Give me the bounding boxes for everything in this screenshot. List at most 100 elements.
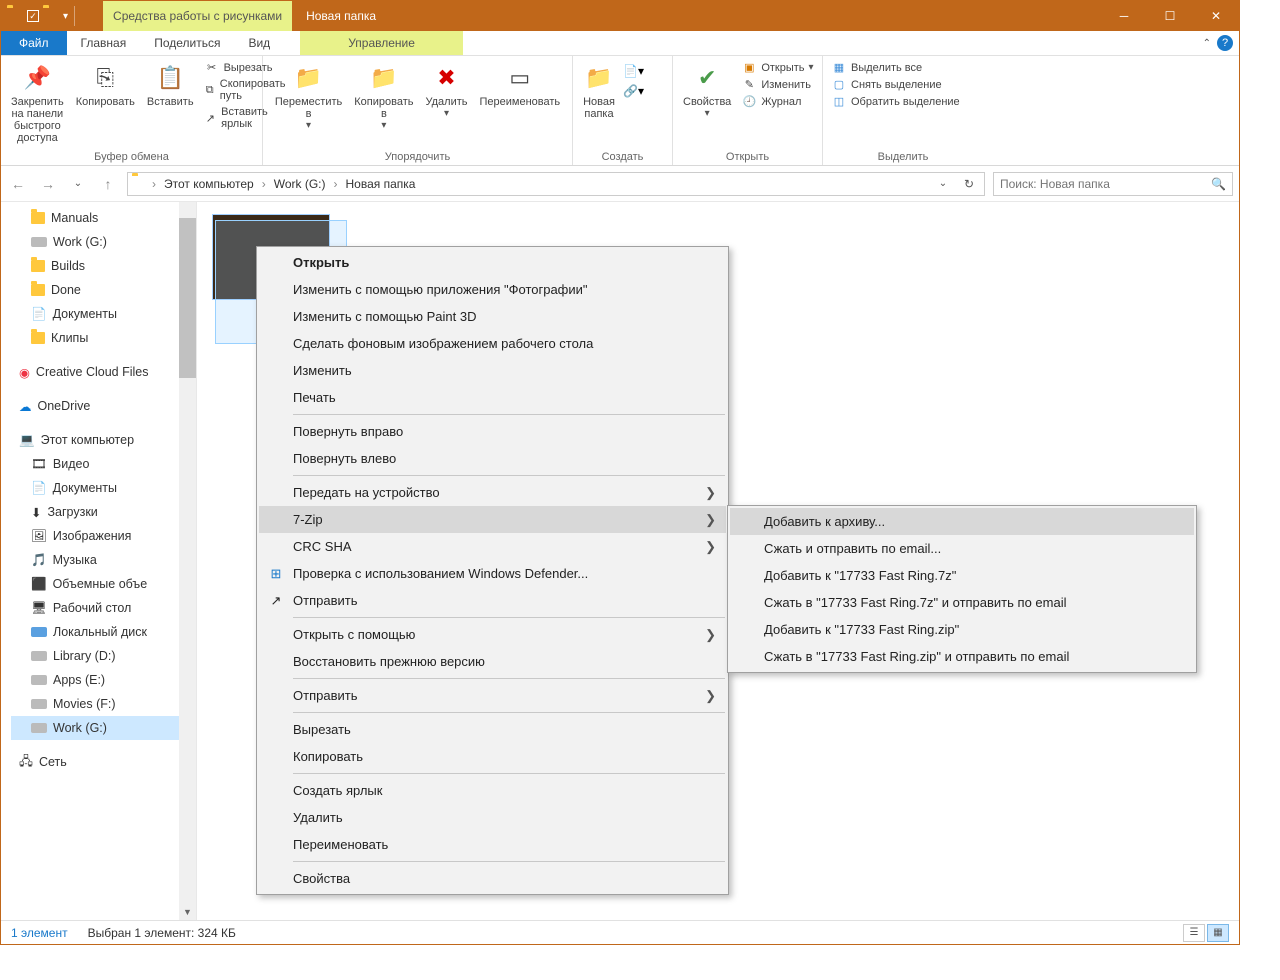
tree-pc-9[interactable]: Apps (E:) [11,668,196,692]
pin-quickaccess-button[interactable]: 📌Закрепить на панели быстрого доступа [7,58,68,144]
ctx-item-13[interactable]: ⊞Проверка с использованием Windows Defen… [259,560,726,587]
history-dropdown[interactable]: ⌄ [67,178,89,189]
view-thumbnails-button[interactable]: ▦ [1207,924,1229,942]
tree-pc-1[interactable]: 📄 Документы [11,476,196,500]
selectall-button[interactable]: ▦Выделить все [829,60,962,75]
tree-pc-6[interactable]: 🖥 Рабочий стол [11,596,196,620]
ctx-item-4[interactable]: Изменить [259,357,726,384]
tree-creative-cloud[interactable]: ◉ Creative Cloud Files [11,360,196,384]
newfolder-button[interactable]: 📁Новая папка [579,58,619,120]
qat-checkbox-icon[interactable]: ✓ [27,10,39,22]
address-box[interactable]: › Этот компьютер › Work (G:) › Новая пап… [127,172,985,196]
tab-view[interactable]: Вид [234,31,284,55]
forward-button[interactable]: → [37,176,59,192]
file-tab[interactable]: Файл [1,31,67,55]
breadcrumb-1[interactable]: Work (G:) [270,177,330,191]
ctx-item-11[interactable]: 7-Zip❯ [259,506,726,533]
ctx-item-21[interactable]: Вырезать [259,716,726,743]
collapse-ribbon-icon[interactable]: ⌃ [1203,38,1211,49]
ctx-item-24[interactable]: Создать ярлык [259,777,726,804]
delete-button[interactable]: ✖Удалить▾ [421,58,471,119]
refresh-button[interactable]: ↻ [958,177,980,191]
sub-item-2[interactable]: Добавить к "17733 Fast Ring.7z" [730,562,1194,589]
tree-quick-5[interactable]: Клипы [11,326,196,350]
ctx-item-26[interactable]: Переименовать [259,831,726,858]
ctx-item-5[interactable]: Печать [259,384,726,411]
ctx-item-28[interactable]: Свойства [259,865,726,892]
copy-button[interactable]: ⎘Копировать [72,58,139,108]
ctx-item-3[interactable]: Сделать фоновым изображением рабочего ст… [259,330,726,357]
invert-button[interactable]: ◫Обратить выделение [829,94,962,109]
ctx-item-14[interactable]: ↗Отправить [259,587,726,614]
sub-item-4[interactable]: Добавить к "17733 Fast Ring.zip" [730,616,1194,643]
tab-manage[interactable]: Управление [300,31,463,55]
ctx-item-10[interactable]: Передать на устройство❯ [259,479,726,506]
tree-pc-8[interactable]: Library (D:) [11,644,196,668]
tree-quick-4[interactable]: 📄 Документы [11,302,196,326]
sub-item-3[interactable]: Сжать в "17733 Fast Ring.7z" и отправить… [730,589,1194,616]
context-submenu-7zip[interactable]: Добавить к архиву...Сжать и отправить по… [727,505,1197,673]
newitem-icon[interactable]: 📄▾ [623,64,644,78]
navigation-pane[interactable]: Manuals📌 Work (G:)📌 Builds Done📄 Докумен… [1,202,197,920]
selectnone-button[interactable]: ▢Снять выделение [829,77,962,92]
search-input[interactable] [1000,177,1211,191]
easyaccess-icon[interactable]: 🔗▾ [623,84,644,98]
ctx-item-16[interactable]: Открыть с помощью❯ [259,621,726,648]
ctx-item-1[interactable]: Изменить с помощью приложения "Фотографи… [259,276,726,303]
tree-quick-2[interactable]: Builds [11,254,196,278]
properties-button[interactable]: ✔Свойства▾ [679,58,735,119]
view-details-button[interactable]: ☰ [1183,924,1205,942]
edit-button[interactable]: ✎Изменить [739,77,815,92]
history-button[interactable]: 🕘Журнал [739,94,815,109]
maximize-button[interactable]: ☐ [1147,1,1193,31]
moveto-button[interactable]: 📁Переместить в▾ [271,58,346,131]
scroll-down-button[interactable]: ▼ [179,904,196,920]
rename-button[interactable]: ▭Переименовать [475,58,564,108]
tab-home[interactable]: Главная [67,31,141,55]
scrollbar-thumb[interactable] [179,218,196,378]
qat-overflow-icon[interactable]: ▾ [63,11,68,22]
tree-quick-1[interactable]: Work (G:)📌 [11,230,196,254]
tree-pc-4[interactable]: 🎵 Музыка [11,548,196,572]
breadcrumb-0[interactable]: Этот компьютер [160,177,258,191]
address-dropdown[interactable]: ⌄ [932,178,954,189]
breadcrumb-2[interactable]: Новая папка [342,177,420,191]
copyto-button[interactable]: 📁Копировать в▾ [350,58,417,131]
close-button[interactable]: ✕ [1193,1,1239,31]
qat-folder-icon[interactable] [43,8,59,24]
tree-onedrive[interactable]: ☁ OneDrive [11,394,196,418]
ctx-item-19[interactable]: Отправить❯ [259,682,726,709]
ctx-item-22[interactable]: Копировать [259,743,726,770]
ctx-item-0[interactable]: Открыть [259,249,726,276]
sub-item-5[interactable]: Сжать в "17733 Fast Ring.zip" и отправит… [730,643,1194,670]
ctx-item-2[interactable]: Изменить с помощью Paint 3D [259,303,726,330]
tree-network[interactable]: 🖧 Сеть [11,750,196,774]
minimize-button[interactable]: ─ [1101,1,1147,31]
paste-button[interactable]: 📋Вставить [143,58,198,108]
tree-pc-10[interactable]: Movies (F:) [11,692,196,716]
tree-quick-3[interactable]: Done [11,278,196,302]
tree-pc-5[interactable]: ⬛ Объемные объе [11,572,196,596]
ctx-item-12[interactable]: CRC SHA❯ [259,533,726,560]
tree-pc-11[interactable]: Work (G:) [11,716,196,740]
sub-item-0[interactable]: Добавить к архиву... [730,508,1194,535]
ctx-item-8[interactable]: Повернуть влево [259,445,726,472]
up-button[interactable]: ↑ [97,176,119,192]
tree-pc-0[interactable]: 🎞 Видео [11,452,196,476]
tree-pc-2[interactable]: ⬇ Загрузки [11,500,196,524]
search-box[interactable]: 🔍 [993,172,1233,196]
ctx-item-7[interactable]: Повернуть вправо [259,418,726,445]
ctx-item-17[interactable]: Восстановить прежнюю версию [259,648,726,675]
ctx-item-25[interactable]: Удалить [259,804,726,831]
group-label-select: Выделить [829,151,977,165]
open-button[interactable]: ▣Открыть▾ [739,60,815,75]
tree-pc-7[interactable]: Локальный диск [11,620,196,644]
tab-share[interactable]: Поделиться [140,31,234,55]
context-menu[interactable]: ОткрытьИзменить с помощью приложения "Фо… [256,246,729,895]
sub-item-1[interactable]: Сжать и отправить по email... [730,535,1194,562]
back-button[interactable]: ← [7,176,29,192]
tree-this-pc[interactable]: 💻 Этот компьютер [11,428,196,452]
tree-pc-3[interactable]: 🖼 Изображения [11,524,196,548]
help-icon[interactable]: ? [1217,35,1233,51]
tree-quick-0[interactable]: Manuals📌 [11,206,196,230]
